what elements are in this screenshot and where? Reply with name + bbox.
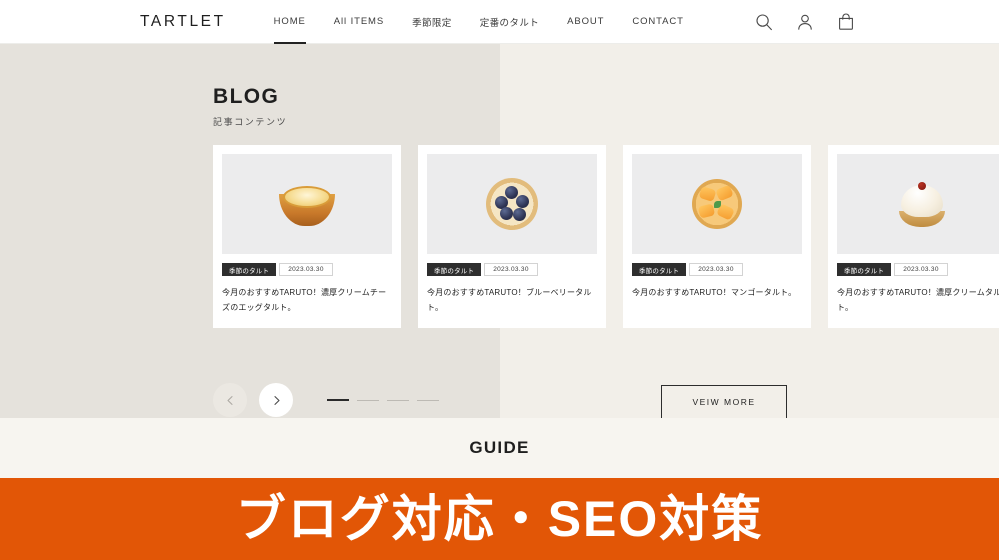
pagination-dash-4[interactable] — [417, 399, 439, 401]
card-category-tag[interactable]: 季節のタルト — [837, 263, 892, 276]
page-title: BLOG — [213, 85, 280, 108]
nav-label: CONTACT — [632, 16, 684, 27]
egg-tart-photo — [222, 154, 392, 254]
card-date: 2023.03.30 — [279, 263, 333, 276]
blog-section: BLOG 記事コンテンツ 季節のタルト 2023.03.30 今月のおすすめTA… — [0, 44, 999, 418]
card-category-tag[interactable]: 季節のタルト — [222, 263, 277, 276]
nav-label: All ITEMS — [333, 16, 385, 27]
site-header: TARTLET HOME All ITEMS 季節限定 定番のタルト ABOUT… — [0, 0, 999, 44]
nav-label: 定番のタルト — [479, 17, 540, 29]
blog-card[interactable]: 季節のタルト 2023.03.30 今月のおすすめTARUTO！ブルーベリータル… — [418, 145, 606, 328]
card-meta: 季節のタルト 2023.03.30 — [632, 263, 802, 276]
nav-item-classic-tarts[interactable]: 定番のタルト — [466, 0, 553, 44]
brand-logo[interactable]: TARTLET — [140, 14, 226, 30]
nav-label: ABOUT — [567, 16, 605, 27]
blueberry-tart-photo — [427, 154, 597, 254]
blog-card[interactable]: 季節のタルト 2023.03.30 今月のおすすめTARUTO！マンゴータルト。 — [623, 145, 811, 328]
account-icon[interactable] — [794, 11, 816, 33]
nav-label: 季節限定 — [412, 17, 452, 29]
card-date: 2023.03.30 — [484, 263, 538, 276]
carousel-pagination — [327, 399, 439, 401]
pagination-dash-1[interactable] — [327, 399, 349, 401]
card-category-tag[interactable]: 季節のタルト — [427, 263, 482, 276]
guide-section: GUIDE — [0, 418, 999, 478]
card-meta: 季節のタルト 2023.03.30 — [222, 263, 392, 276]
card-date: 2023.03.30 — [689, 263, 743, 276]
card-meta: 季節のタルト 2023.03.30 — [427, 263, 597, 276]
card-title[interactable]: 今月のおすすめTARUTO！マンゴータルト。 — [632, 286, 802, 301]
card-title[interactable]: 今月のおすすめTARUTO！濃厚クリームタルト。 — [837, 286, 999, 316]
card-title[interactable]: 今月のおすすめTARUTO！ブルーベリータルト。 — [427, 286, 597, 316]
nav-label: HOME — [273, 16, 306, 27]
view-more-button[interactable]: VEIW MORE — [661, 385, 787, 418]
cart-icon[interactable] — [835, 11, 857, 33]
nav-item-contact[interactable]: CONTACT — [618, 0, 698, 44]
promo-banner: ブログ対応・SEO対策 — [0, 478, 999, 560]
card-title[interactable]: 今月のおすすめTARUTO！濃厚クリームチーズのエッグタルト。 — [222, 286, 392, 316]
search-icon[interactable] — [753, 11, 775, 33]
mango-tart-photo — [632, 154, 802, 254]
guide-title: GUIDE — [469, 438, 530, 457]
card-category-tag[interactable]: 季節のタルト — [632, 263, 687, 276]
main-navigation: HOME All ITEMS 季節限定 定番のタルト ABOUT CONTACT — [260, 0, 698, 44]
card-date: 2023.03.30 — [894, 263, 948, 276]
carousel-controls — [213, 383, 293, 417]
nav-item-about[interactable]: ABOUT — [553, 0, 618, 44]
cream-tart-photo — [837, 154, 999, 254]
blog-card[interactable]: 季節のタルト 2023.03.30 今月のおすすめTARUTO！濃厚クリームタル… — [828, 145, 999, 328]
page-subtitle: 記事コンテンツ — [213, 117, 288, 127]
header-icon-group — [753, 11, 857, 33]
carousel-prev-button[interactable] — [213, 383, 247, 417]
promo-banner-text: ブログ対応・SEO対策 — [235, 491, 764, 547]
card-meta: 季節のタルト 2023.03.30 — [837, 263, 999, 276]
carousel-next-button[interactable] — [259, 383, 293, 417]
blog-heading-group: BLOG 記事コンテンツ — [213, 86, 287, 128]
blog-card[interactable]: 季節のタルト 2023.03.30 今月のおすすめTARUTO！濃厚クリームチー… — [213, 145, 401, 328]
nav-item-seasonal[interactable]: 季節限定 — [398, 0, 466, 44]
pagination-dash-3[interactable] — [387, 399, 409, 401]
nav-item-home[interactable]: HOME — [260, 0, 320, 44]
nav-item-all-items[interactable]: All ITEMS — [320, 0, 398, 44]
pagination-dash-2[interactable] — [357, 399, 379, 401]
blog-card-list: 季節のタルト 2023.03.30 今月のおすすめTARUTO！濃厚クリームチー… — [213, 145, 999, 328]
